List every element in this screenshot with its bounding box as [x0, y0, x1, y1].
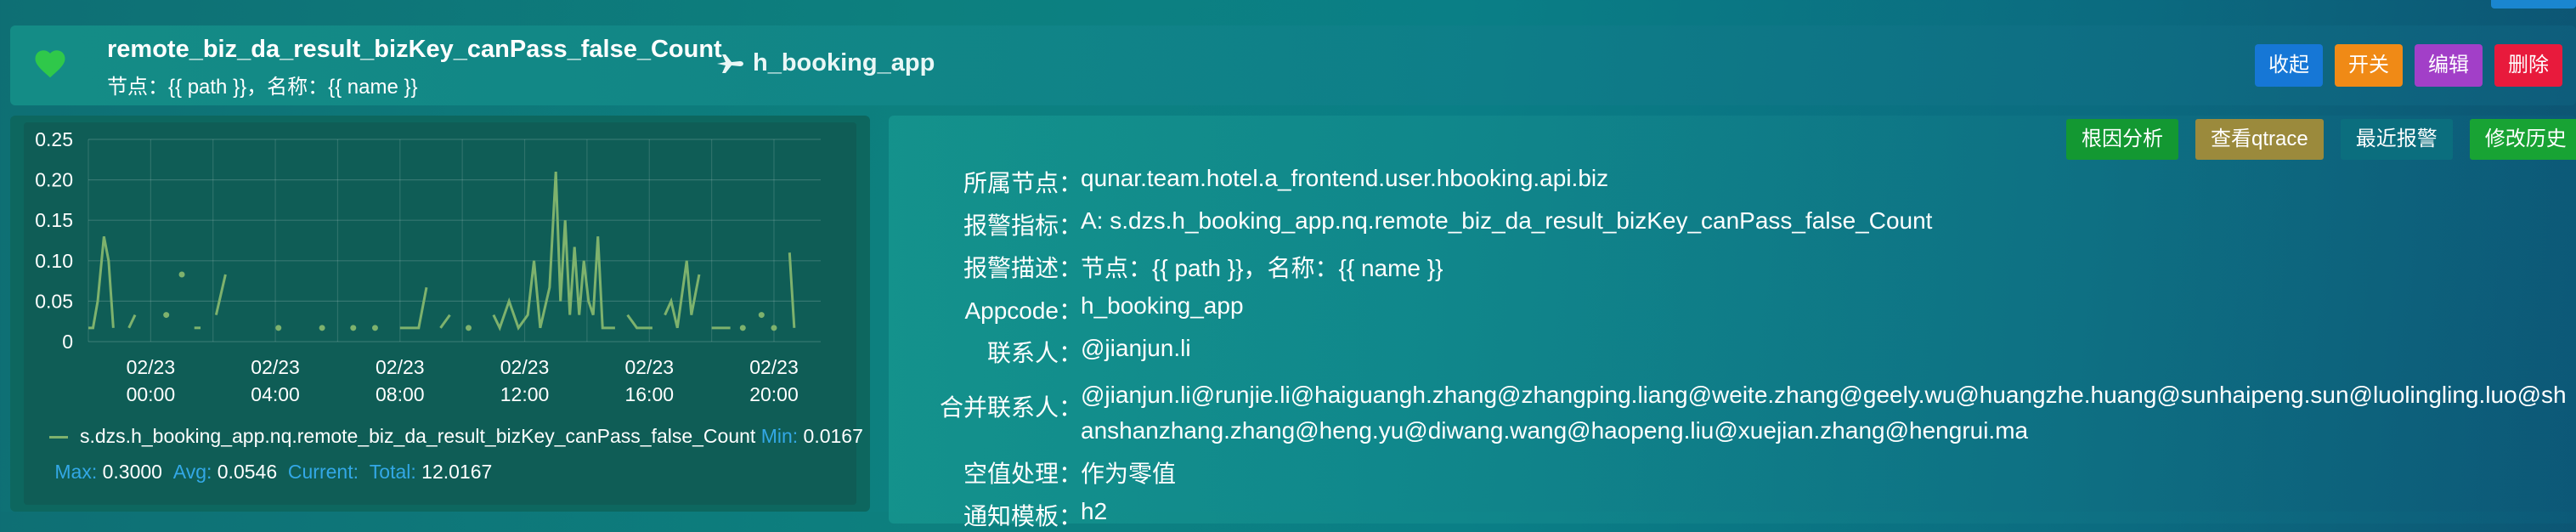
x-tick-date: 02/23 — [749, 356, 799, 378]
data-point — [466, 325, 472, 331]
legend-min-value: 0.0167 — [803, 425, 863, 447]
field-value: qunar.team.hotel.a_frontend.user.hbookin… — [1081, 165, 1609, 191]
collapse-button[interactable]: 收起 — [2255, 44, 2323, 87]
y-tick-label: 0.10 — [35, 250, 73, 272]
legend-current-label: Current: — [287, 461, 359, 483]
series-line — [492, 171, 615, 331]
data-point — [771, 325, 777, 331]
field-label: 通知模板： — [963, 503, 1082, 529]
chart-panel: 0 0.05 0.10 0.15 0.20 0.25 02/23 00:00 02/23 04:0… — [10, 116, 870, 512]
edit-button[interactable]: 编辑 — [2415, 44, 2483, 87]
airplane-icon — [717, 54, 743, 73]
field-label: 报警指标： — [963, 212, 1082, 239]
data-point — [163, 312, 170, 319]
field-value: @jianjun.li@runjie.li@haiguangh.zhang@zh… — [1081, 382, 2567, 444]
data-point — [350, 325, 357, 331]
x-tick-time: 16:00 — [624, 383, 674, 405]
legend-max-value: 0.3000 — [102, 461, 162, 483]
field-label: 所属节点： — [963, 170, 1082, 196]
history-button[interactable]: 修改历史 — [2469, 119, 2576, 160]
toggle-button[interactable]: 开关 — [2335, 44, 2403, 87]
data-point — [739, 325, 746, 331]
field-value: 节点：{{ path }}，名称：{{ name }} — [1081, 255, 1443, 281]
legend-avg-value: 0.0546 — [217, 461, 278, 483]
legend-total-label: Total: — [369, 461, 416, 483]
series-line — [788, 252, 796, 328]
x-tick-date: 02/23 — [127, 356, 176, 378]
x-tick-time: 04:00 — [251, 383, 300, 405]
chart-container: 0 0.05 0.10 0.15 0.20 0.25 02/23 00:00 02/23 04:0… — [24, 122, 863, 505]
field-value: @jianjun.li — [1081, 335, 1191, 361]
app-name: h_booking_app — [753, 49, 935, 76]
alert-header: remote_biz_da_result_bizKey_canPass_fals… — [10, 25, 2576, 105]
series-line — [399, 286, 428, 330]
delete-button[interactable]: 删除 — [2494, 44, 2562, 87]
legend-swatch — [49, 436, 68, 439]
field-label: Appcode： — [964, 297, 1082, 324]
field-value: h2 — [1081, 498, 1108, 524]
field-value: h_booking_app — [1081, 292, 1244, 319]
field-label: 联系人： — [986, 340, 1082, 366]
alert-subtitle: 节点：{{ path }}，名称：{{ name }} — [107, 76, 418, 99]
y-tick-label: 0.05 — [35, 290, 73, 312]
alert-detail-panel: 根因分析 查看qtrace 最近报警 修改历史 所属节点： qunar.team… — [889, 116, 2576, 529]
series-line — [88, 235, 115, 330]
series-line — [664, 260, 701, 329]
x-tick-time: 12:00 — [500, 383, 550, 405]
field-label: 报警描述： — [963, 255, 1082, 281]
line-chart: 0 0.05 0.10 0.15 0.20 0.25 02/23 00:00 02/23 04:0… — [35, 128, 821, 405]
field-label: 空值处理： — [963, 461, 1082, 487]
heart-icon — [35, 50, 65, 78]
series-line — [214, 274, 227, 315]
data-point — [275, 325, 282, 331]
data-point — [371, 325, 378, 331]
legend-total-value: 12.0167 — [421, 461, 493, 483]
x-tick-date: 02/23 — [624, 356, 674, 378]
series-line — [439, 314, 451, 329]
data-point — [758, 312, 765, 319]
series-line — [626, 314, 652, 330]
y-tick-label: 0.20 — [35, 169, 73, 191]
field-label: 合并联系人： — [939, 394, 1082, 421]
y-tick-label: 0.15 — [35, 209, 73, 231]
app-tag: h_booking_app — [715, 49, 935, 77]
x-tick-time: 20:00 — [749, 383, 799, 405]
y-tick-label: 0.25 — [35, 128, 73, 150]
data-point — [319, 325, 325, 331]
alert-title: remote_biz_da_result_bizKey_canPass_fals… — [107, 36, 722, 63]
top-corner-button[interactable] — [2491, 0, 2576, 8]
series-line — [127, 314, 137, 329]
y-tick-label: 0 — [62, 331, 73, 353]
recent-alerts-button[interactable]: 最近报警 — [2340, 119, 2453, 160]
x-tick-date: 02/23 — [500, 356, 550, 378]
x-tick-time: 00:00 — [127, 383, 176, 405]
legend-series-name[interactable]: s.dzs.h_booking_app.nq.remote_biz_da_res… — [80, 425, 755, 447]
legend-avg-label: Avg: — [172, 461, 212, 483]
data-point — [178, 271, 185, 278]
x-tick-date: 02/23 — [251, 356, 300, 378]
legend-max-label: Max: — [54, 461, 98, 483]
x-tick-date: 02/23 — [376, 356, 425, 378]
qtrace-button[interactable]: 查看qtrace — [2195, 119, 2324, 160]
field-value: A: s.dzs.h_booking_app.nq.remote_biz_da_… — [1081, 207, 1933, 234]
legend-min-label: Min: — [760, 425, 799, 447]
x-tick-time: 08:00 — [376, 383, 425, 405]
field-value: 作为零值 — [1081, 461, 1177, 487]
root-cause-button[interactable]: 根因分析 — [2066, 119, 2178, 160]
chart-legend: s.dzs.h_booking_app.nq.remote_biz_da_res… — [49, 418, 865, 490]
